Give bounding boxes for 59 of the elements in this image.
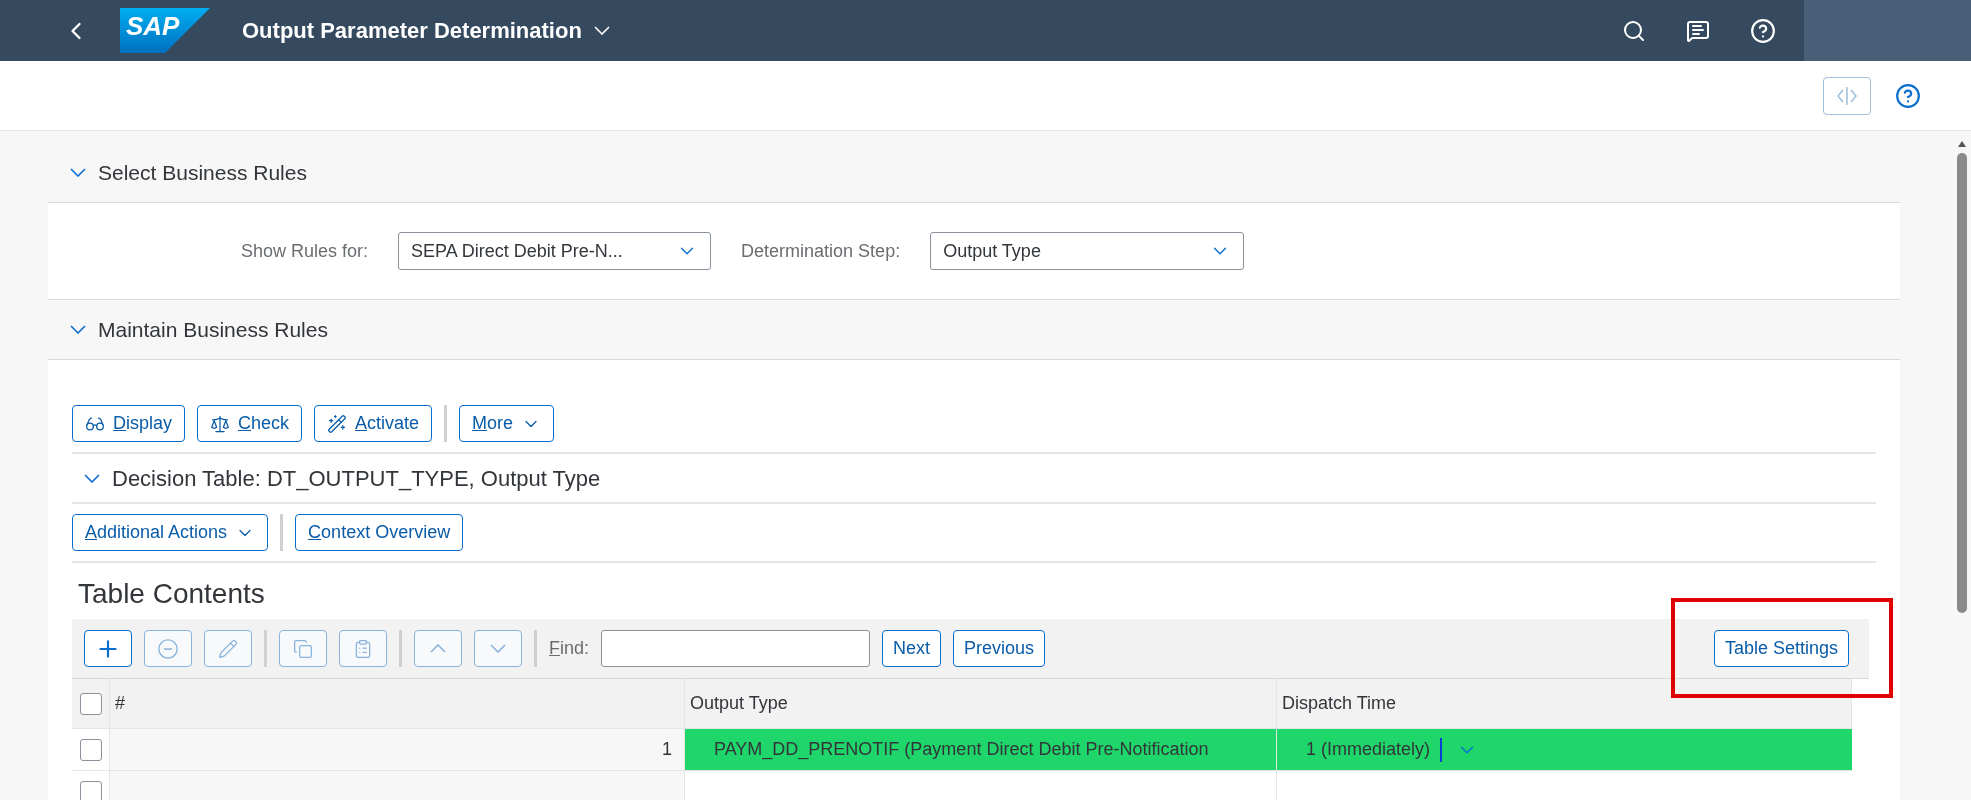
split-view-button[interactable] xyxy=(1823,76,1871,115)
split-arrows-icon xyxy=(1837,86,1857,105)
move-down-button[interactable] xyxy=(474,630,522,667)
decision-table-title: Decision Table: DT_OUTPUT_TYPE, Output Type xyxy=(112,464,601,493)
search-icon[interactable] xyxy=(1622,18,1646,43)
find-label: Find: xyxy=(549,637,590,660)
scale-icon xyxy=(210,413,231,434)
previous-button[interactable]: Previous xyxy=(953,630,1046,667)
logo: SAP xyxy=(120,8,210,53)
add-button[interactable] xyxy=(84,630,132,667)
chevron-down-icon xyxy=(70,325,86,334)
table-cell-text: PAYM_DD_PRENOTIF (Payment Direct Debit Pre-Notification xyxy=(714,738,1209,762)
edit-button[interactable] xyxy=(204,630,252,667)
clipboard-icon xyxy=(353,638,373,659)
table-cell-text: 1 (Immediately) xyxy=(1306,738,1431,761)
chevron-down-icon xyxy=(84,473,100,483)
scrollbar-thumb[interactable] xyxy=(1957,153,1967,613)
move-up-button[interactable] xyxy=(414,630,462,667)
more-menu-button[interactable]: More xyxy=(459,405,555,442)
pencil-icon xyxy=(218,638,238,659)
row-checkbox[interactable] xyxy=(79,738,102,761)
display-button[interactable]: Display xyxy=(72,405,186,442)
table-title: Table Contents xyxy=(77,577,266,611)
section-title: Maintain Business Rules xyxy=(98,316,328,343)
chevron-up-icon xyxy=(430,644,446,653)
paste-button[interactable] xyxy=(339,630,387,667)
column-header: Dispatch Time xyxy=(1277,679,1852,728)
find-field[interactable] xyxy=(601,630,871,667)
chevron-down-icon xyxy=(70,168,86,177)
minus-icon xyxy=(157,637,179,660)
next-button[interactable]: Next xyxy=(882,630,942,667)
chat-icon[interactable] xyxy=(1686,18,1710,43)
section-title: Select Business Rules xyxy=(98,159,307,186)
select-all-checkbox[interactable] xyxy=(79,692,102,715)
dropdown-field[interactable]: SEPA Direct Debit Pre-N... xyxy=(398,232,712,270)
caret-icon xyxy=(593,26,610,35)
actions-menu-button[interactable]: Additional Actions xyxy=(72,514,269,551)
field-label: Determination Step: xyxy=(741,239,901,263)
collapse-toggle[interactable] xyxy=(70,168,86,177)
context-overview-button[interactable]: Context Overview xyxy=(295,514,464,551)
field-label: Show Rules for: xyxy=(241,239,369,263)
row-checkbox[interactable] xyxy=(79,780,102,800)
dropdown-field[interactable]: Output Type xyxy=(930,232,1245,270)
check-button[interactable]: Check xyxy=(197,405,303,442)
activate-button[interactable]: Activate xyxy=(314,405,433,442)
chevron-down-icon xyxy=(490,644,506,653)
collapse-toggle[interactable] xyxy=(70,325,86,334)
copy-button[interactable] xyxy=(279,630,327,667)
scroll-up-arrow-icon[interactable] xyxy=(1958,141,1966,147)
app-title-menu[interactable]: Output Parameter Determination xyxy=(242,14,610,47)
column-header: # xyxy=(110,679,685,728)
help-icon[interactable] xyxy=(1895,82,1921,109)
column-header: Output Type xyxy=(685,679,1277,728)
table-settings-button[interactable]: Table Settings xyxy=(1713,630,1849,667)
collapse-toggle[interactable] xyxy=(84,473,100,483)
magic-wand-icon xyxy=(327,413,348,434)
remove-button[interactable] xyxy=(144,630,192,667)
row-number-cell: 1 xyxy=(110,729,685,770)
copy-icon xyxy=(293,638,313,659)
